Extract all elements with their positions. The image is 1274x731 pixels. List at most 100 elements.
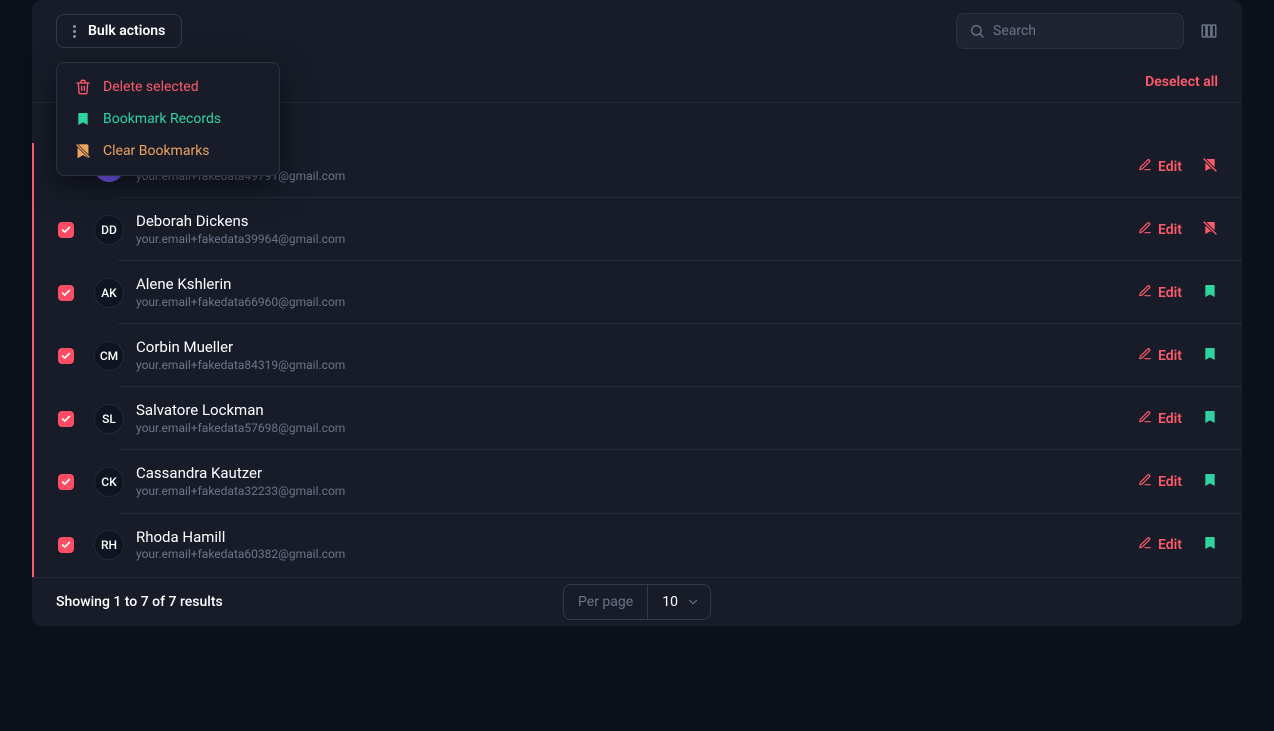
edit-label: Edit [1158,348,1182,364]
table-row: AK Alene Kshlerinyour.email+fakedata66960… [32,261,1242,324]
row-checkbox[interactable] [58,411,74,427]
identity: Deborah Dickensyour.email+fakedata39964@… [136,212,1138,247]
avatar: RH [94,530,124,560]
avatar-initials: CM [100,349,118,363]
bulk-actions-dropdown: Delete selected Bookmark Records Clear B… [56,62,280,176]
columns-button[interactable] [1200,22,1218,40]
bookmark-icon [1202,472,1218,492]
avatar-initials: CK [101,475,116,489]
bookmark-on-button[interactable] [1202,283,1218,303]
bookmark-off-button[interactable] [1202,220,1218,240]
edit-label: Edit [1158,285,1182,301]
row-checkbox[interactable] [58,222,74,238]
dropdown-item-label: Delete selected [103,79,199,95]
row-email: your.email+fakedata66960@gmail.com [136,295,1138,311]
row-name: Deborah Dickens [136,212,1138,232]
row-actions: Edit [1138,346,1218,366]
chevron-down-icon [686,595,700,609]
avatar-initials: SL [102,412,116,426]
avatar: CK [94,467,124,497]
edit-button[interactable]: Edit [1138,410,1182,428]
row-email: your.email+fakedata84319@gmail.com [136,358,1138,374]
search-input[interactable] [993,23,1171,39]
per-page-label: Per page [564,585,648,619]
per-page-control: Per page 10 [563,584,711,620]
row-checkbox[interactable] [58,474,74,490]
bookmark-on-button[interactable] [1202,346,1218,366]
columns-icon [1200,22,1218,40]
row-name: Cassandra Kautzer [136,464,1138,484]
avatar-initials: AK [101,286,117,300]
pencil-icon [1138,158,1152,176]
avatar: AK [94,278,124,308]
bulk-actions-button[interactable]: Bulk actions [56,14,182,48]
pencil-icon [1138,221,1152,239]
identity: Rhoda Hamillyour.email+fakedata60382@gma… [136,528,1138,563]
row-actions: Edit [1138,220,1218,240]
edit-button[interactable]: Edit [1138,473,1182,491]
deselect-all-button[interactable]: Deselect all [1145,74,1218,90]
dropdown-item-label: Bookmark Records [103,111,221,127]
edit-label: Edit [1158,411,1182,427]
row-actions: Edit [1138,283,1218,303]
identity: Cassandra Kautzeryour.email+fakedata3223… [136,464,1138,499]
edit-label: Edit [1158,537,1182,553]
table-row: CK Cassandra Kautzeryour.email+fakedata32… [32,450,1242,513]
pencil-icon [1138,473,1152,491]
bookmark-off-icon [75,143,91,159]
table-footer: Showing 1 to 7 of 7 results Per page 10 [32,577,1242,626]
per-page-select[interactable]: 10 [648,585,710,619]
results-summary: Showing 1 to 7 of 7 results [56,594,223,610]
row-email: your.email+fakedata57698@gmail.com [136,421,1138,437]
row-email: your.email+fakedata39964@gmail.com [136,232,1138,248]
bookmark-off-button[interactable] [1202,157,1218,177]
row-name: Joshua Bashirian [136,149,1138,169]
bookmark-icon [1202,346,1218,366]
table-row: CMCorbin Muelleryour.email+fakedata84319… [32,324,1242,387]
search-box[interactable] [956,13,1184,49]
row-checkbox[interactable] [58,537,74,553]
row-email: your.email+fakedata32233@gmail.com [136,484,1138,500]
identity: Salvatore Lockmanyour.email+fakedata5769… [136,401,1138,436]
bookmark-on-button[interactable] [1202,409,1218,429]
bookmark-icon [1202,535,1218,555]
pencil-icon [1138,410,1152,428]
row-actions: Edit [1138,157,1218,177]
bulk-actions-label: Bulk actions [88,23,165,39]
dropdown-item-bookmark-records[interactable]: Bookmark Records [65,103,271,135]
edit-button[interactable]: Edit [1138,284,1182,302]
edit-label: Edit [1158,159,1182,175]
trash-icon [75,79,91,95]
avatar-initials: DD [101,223,117,237]
search-icon [969,23,985,39]
edit-button[interactable]: Edit [1138,158,1182,176]
avatar: DD [94,215,124,245]
row-actions: Edit [1138,535,1218,555]
records-list: Joshua Bashirianyour.email+fakedata49791… [32,143,1242,577]
table-row: SL Salvatore Lockmanyour.email+fakedata57… [32,387,1242,450]
dropdown-item-clear-bookmarks[interactable]: Clear Bookmarks [65,135,271,167]
bookmark-icon [1202,283,1218,303]
edit-label: Edit [1158,474,1182,490]
toolbar-right [956,13,1218,49]
bookmark-icon [75,111,91,127]
dropdown-item-delete-selected[interactable]: Delete selected [65,71,271,103]
edit-button[interactable]: Edit [1138,536,1182,554]
identity: Joshua Bashirianyour.email+fakedata49791… [136,149,1138,184]
bookmark-icon [1202,409,1218,429]
row-email: your.email+fakedata60382@gmail.com [136,547,1138,563]
edit-label: Edit [1158,222,1182,238]
row-checkbox[interactable] [58,348,74,364]
pencil-icon [1138,284,1152,302]
bookmark-off-icon [1202,157,1218,177]
edit-button[interactable]: Edit [1138,347,1182,365]
avatar-initials: RH [101,538,117,552]
row-checkbox[interactable] [58,285,74,301]
bookmark-on-button[interactable] [1202,472,1218,492]
bookmark-on-button[interactable] [1202,535,1218,555]
per-page-value: 10 [662,594,678,610]
toolbar: Bulk actions [32,0,1242,62]
kebab-icon [73,25,76,38]
edit-button[interactable]: Edit [1138,221,1182,239]
row-name: Alene Kshlerin [136,275,1138,295]
